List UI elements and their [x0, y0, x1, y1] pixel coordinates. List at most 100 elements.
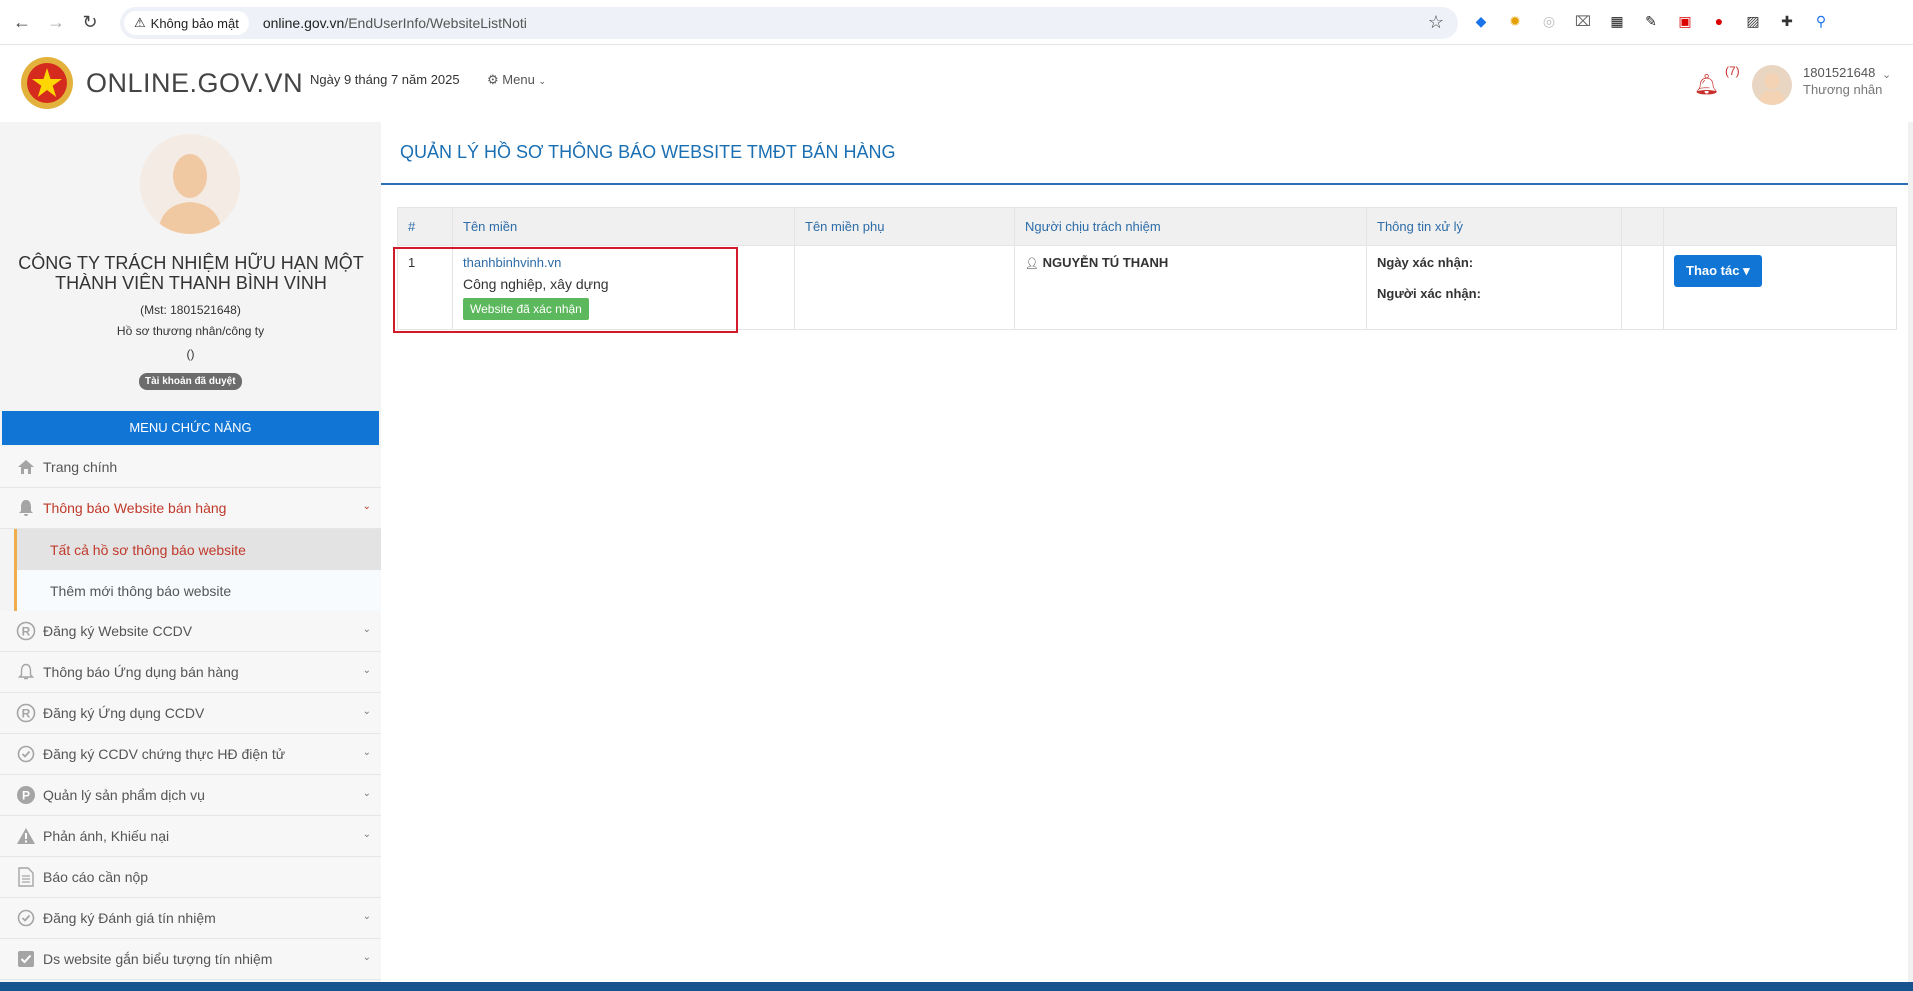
user-menu-chevron-icon[interactable]: ⌄: [1882, 68, 1891, 81]
site-header: ONLINE.GOV.VN Ngày 9 tháng 7 năm 2025 ⚙ …: [0, 46, 1913, 122]
sidebar-item-label: Tất cả hồ sơ thông báo website: [50, 541, 246, 558]
extension-gear-icon[interactable]: ✹: [1504, 10, 1526, 32]
warning-icon: [15, 825, 37, 847]
column-header: Tên miền: [452, 207, 795, 246]
check-circle-icon: [15, 907, 37, 929]
sidebar-item-app-notification[interactable]: Thông báo Ứng dụng bán hàng ⌄: [0, 652, 381, 693]
sidebar-item-register-app[interactable]: R Đăng ký Ứng dụng CCDV ⌄: [0, 693, 381, 734]
chevron-down-icon: ⌄: [362, 624, 371, 635]
table-row: 1 thanhbinhvinh.vn Công nghiệp, xây dựng…: [397, 245, 1897, 330]
responsible-cell: 👤︎ NGUYỄN TÚ THANH: [1014, 245, 1367, 330]
sidebar-item-trust-badge-list[interactable]: Ds website gắn biểu tượng tín nhiệm ⌄: [0, 939, 381, 980]
column-header: Người chịu trách nhiệm: [1014, 207, 1367, 246]
column-header: Thông tin xử lý: [1366, 207, 1622, 246]
profile-type: Hồ sơ thương nhân/công ty: [116, 324, 265, 338]
sidebar-item-label: Báo cáo cần nộp: [43, 869, 149, 885]
notification-bell-icon[interactable]: 🔔︎: [1694, 72, 1719, 97]
chevron-down-icon: ⌄: [362, 706, 371, 717]
chevron-down-icon: ⌄: [362, 501, 371, 512]
chevron-down-icon: ⌄: [362, 911, 371, 922]
extension-opera-icon[interactable]: ●: [1708, 10, 1730, 32]
sidebar-item-register-website[interactable]: R Đăng ký Website CCDV ⌄: [0, 611, 381, 652]
menu-toggle[interactable]: ⚙ Menu ⌄: [487, 72, 546, 88]
bookmark-star-icon[interactable]: ☆: [1428, 12, 1444, 33]
chevron-down-icon: ⌄: [362, 829, 371, 840]
notification-count: (7): [1725, 64, 1740, 78]
bell-outline-icon: [15, 661, 37, 683]
back-icon[interactable]: ←: [10, 10, 34, 34]
profile-extra: (): [186, 347, 195, 361]
extensions-bar: ◆ ✹ ◎ ⌧ ▦ ✎ ▣ ● ▨ ✚ ⚲: [1470, 10, 1832, 32]
sidebar-item-products[interactable]: P Quản lý sản phẩm dịch vụ ⌄: [0, 775, 381, 816]
company-name: CÔNG TY TRÁCH NHIỆM HỮU HẠN MỘT THÀNH VI…: [18, 253, 364, 293]
row-index: 1: [397, 245, 453, 330]
extension-image-icon[interactable]: ▨: [1742, 10, 1764, 32]
title-divider: [381, 183, 1913, 185]
svg-text:R: R: [22, 625, 31, 639]
sidebar-item-website-notification[interactable]: Thông báo Website bán hàng ⌄: [0, 488, 381, 529]
footer-bar: [0, 982, 1913, 991]
national-emblem-logo[interactable]: [20, 56, 74, 110]
confirm-date-label: Ngày xác nhận:: [1377, 255, 1474, 270]
sidebar-item-reports[interactable]: Báo cáo cần nộp: [0, 857, 381, 898]
sidebar-item-label: Quản lý sản phẩm dịch vụ: [43, 787, 205, 803]
sidebar-item-complaints[interactable]: Phản ánh, Khiếu nại ⌄: [0, 816, 381, 857]
sidebar-item-label: Đăng ký Ứng dụng CCDV: [43, 705, 205, 721]
sidebar-subitem-add-website-notification[interactable]: Thêm mới thông báo website: [14, 570, 381, 611]
column-header-empty: [1663, 207, 1897, 246]
sidebar-item-label: Thông báo Website bán hàng: [43, 500, 227, 516]
chevron-down-icon: ⌄: [362, 788, 371, 799]
p-circle-icon: P: [15, 784, 37, 806]
caret-down-icon: ▾: [1743, 263, 1750, 278]
registered-icon: R: [15, 702, 37, 724]
warning-icon: ⚠: [134, 15, 146, 30]
sidebar-item-label: Đăng ký Website CCDV: [43, 623, 193, 639]
column-header-empty: [1621, 207, 1664, 246]
scrollbar[interactable]: [1908, 122, 1913, 982]
security-chip[interactable]: ⚠ Không bảo mật: [124, 11, 249, 35]
user-icon: 👤︎: [1025, 258, 1039, 270]
extension-link-icon[interactable]: ◎: [1538, 10, 1560, 32]
extensions-puzzle-icon[interactable]: ✚: [1776, 10, 1798, 32]
user-id[interactable]: 1801521648: [1803, 65, 1875, 80]
gear-icon: ⚙: [487, 72, 499, 87]
svg-text:P: P: [22, 789, 30, 803]
registered-icon: R: [15, 620, 37, 642]
extension-code-icon[interactable]: ⌧: [1572, 10, 1594, 32]
bell-icon: [15, 497, 37, 519]
browser-toolbar: ← → ↻ ⚠ Không bảo mật online.gov.vn/EndU…: [0, 0, 1913, 45]
extension-qr-icon[interactable]: ▦: [1606, 10, 1628, 32]
action-cell: Thao tác ▾: [1663, 245, 1897, 330]
empty-cell: [1621, 245, 1664, 330]
menu-heading: MENU CHỨC NĂNG: [2, 411, 379, 445]
reload-icon[interactable]: ↻: [78, 10, 102, 34]
action-dropdown-button[interactable]: Thao tác ▾: [1674, 255, 1762, 287]
extension-eyedropper-icon[interactable]: ✎: [1640, 10, 1662, 32]
brand-name[interactable]: ONLINE.GOV.VN: [86, 68, 303, 99]
check-circle-icon: [15, 743, 37, 765]
url-text[interactable]: online.gov.vn/EndUserInfo/WebsiteListNot…: [263, 15, 527, 31]
sidebar-item-einvoice-service[interactable]: Đăng ký CCDV chứng thực HĐ điện tử ⌄: [0, 734, 381, 775]
user-role: Thương nhân: [1803, 82, 1883, 97]
address-bar[interactable]: ⚠ Không bảo mật online.gov.vn/EndUserInf…: [120, 7, 1458, 39]
sidebar-item-trust-rating[interactable]: Đăng ký Đánh giá tín nhiệm ⌄: [0, 898, 381, 939]
chevron-down-icon: ⌄: [362, 665, 371, 676]
sidebar-item-label: Thêm mới thông báo website: [50, 582, 232, 599]
sidebar-item-label: Thông báo Ứng dụng bán hàng: [43, 664, 239, 680]
profile-avatar: [140, 134, 240, 234]
chevron-down-icon: ⌄: [362, 747, 371, 758]
responsible-name: NGUYỄN TÚ THANH: [1042, 255, 1169, 270]
chevron-down-icon: ⌄: [538, 76, 546, 86]
profile-icon[interactable]: ⚲: [1810, 10, 1832, 32]
main-content: QUẢN LÝ HỒ SƠ THÔNG BÁO WEBSITE TMĐT BÁN…: [381, 122, 1913, 982]
sidebar-subitem-all-website-notifications[interactable]: Tất cả hồ sơ thông báo website: [14, 529, 381, 570]
url-path: /EndUserInfo/WebsiteListNoti: [344, 15, 527, 31]
domain-link[interactable]: thanhbinhvinh.vn: [463, 255, 561, 270]
extension-tag-icon[interactable]: ◆: [1470, 10, 1492, 32]
sidebar-item-home[interactable]: Trang chính: [0, 447, 381, 488]
column-header: #: [397, 207, 453, 246]
forward-icon[interactable]: →: [44, 10, 68, 34]
extension-new-icon[interactable]: ▣: [1674, 10, 1696, 32]
user-avatar[interactable]: [1752, 65, 1792, 105]
menu-label: Menu: [502, 72, 535, 87]
